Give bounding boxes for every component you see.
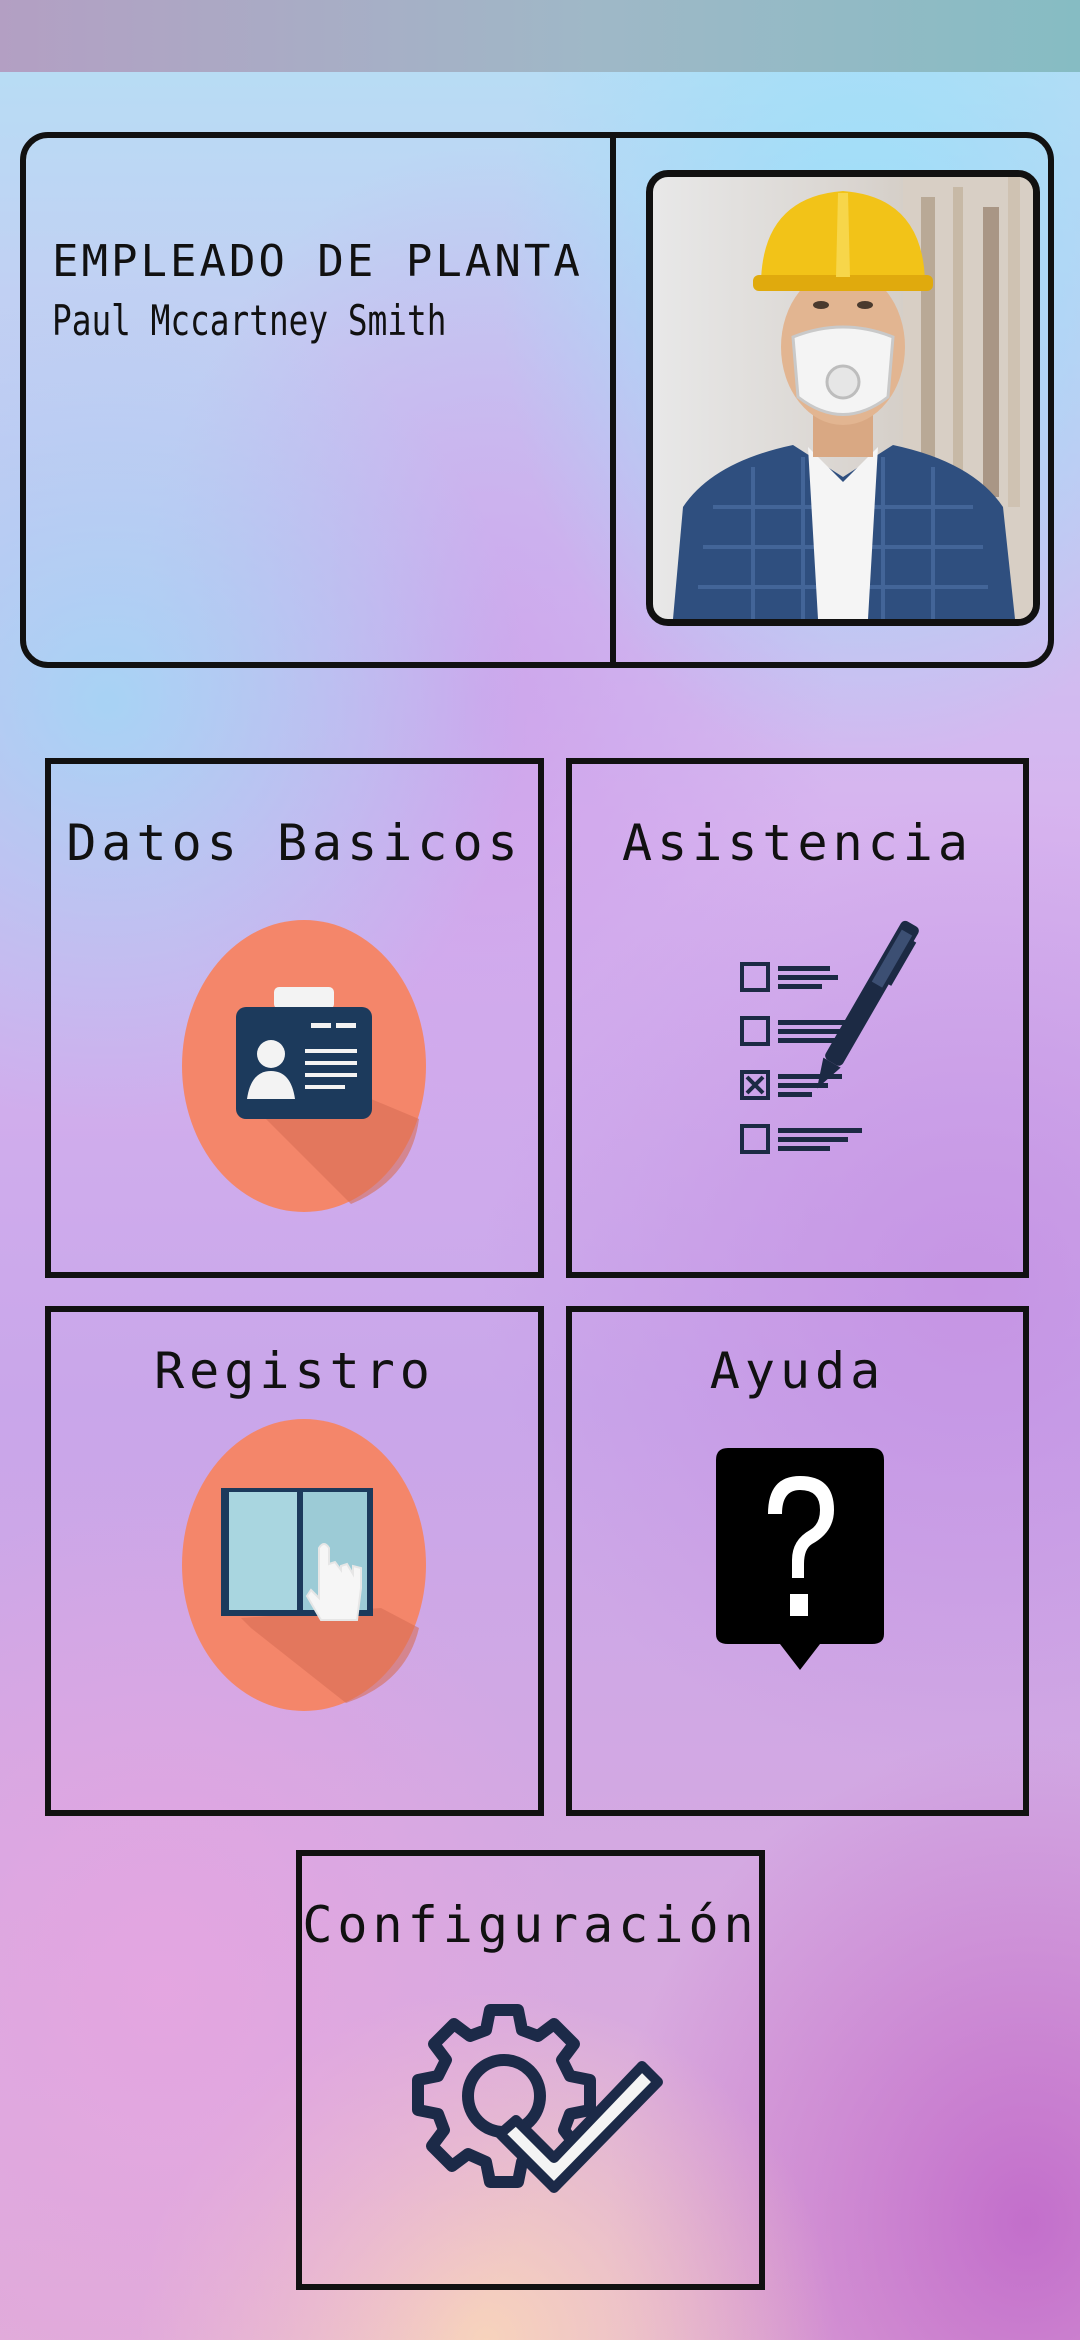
asistencia-label: Asistencia	[621, 814, 974, 872]
book-touch-icon	[181, 1418, 427, 1712]
employee-name: Paul Mccartney Smith	[52, 296, 447, 345]
registro-button[interactable]: Registro	[45, 1306, 544, 1816]
gear-check-icon	[406, 1992, 666, 2222]
datos-basicos-label: Datos Basicos	[66, 814, 523, 872]
registro-label: Registro	[154, 1342, 435, 1400]
id-card-icon	[181, 919, 427, 1213]
configuracion-label: Configuración	[302, 1896, 759, 1954]
question-icon	[716, 1448, 884, 1678]
ayuda-button[interactable]: Ayuda	[566, 1306, 1029, 1816]
status-bar	[0, 0, 1080, 72]
checklist-pen-icon	[738, 914, 968, 1174]
employee-role: EMPLEADO DE PLANTA	[52, 236, 583, 287]
ayuda-label: Ayuda	[709, 1342, 886, 1400]
datos-basicos-button[interactable]: Datos Basicos	[45, 758, 544, 1278]
profile-divider	[610, 138, 616, 662]
asistencia-button[interactable]: Asistencia	[566, 758, 1029, 1278]
configuracion-button[interactable]: Configuración	[296, 1850, 765, 2290]
profile-card: EMPLEADO DE PLANTA Paul Mccartney Smith	[20, 132, 1054, 668]
employee-photo	[646, 170, 1040, 626]
